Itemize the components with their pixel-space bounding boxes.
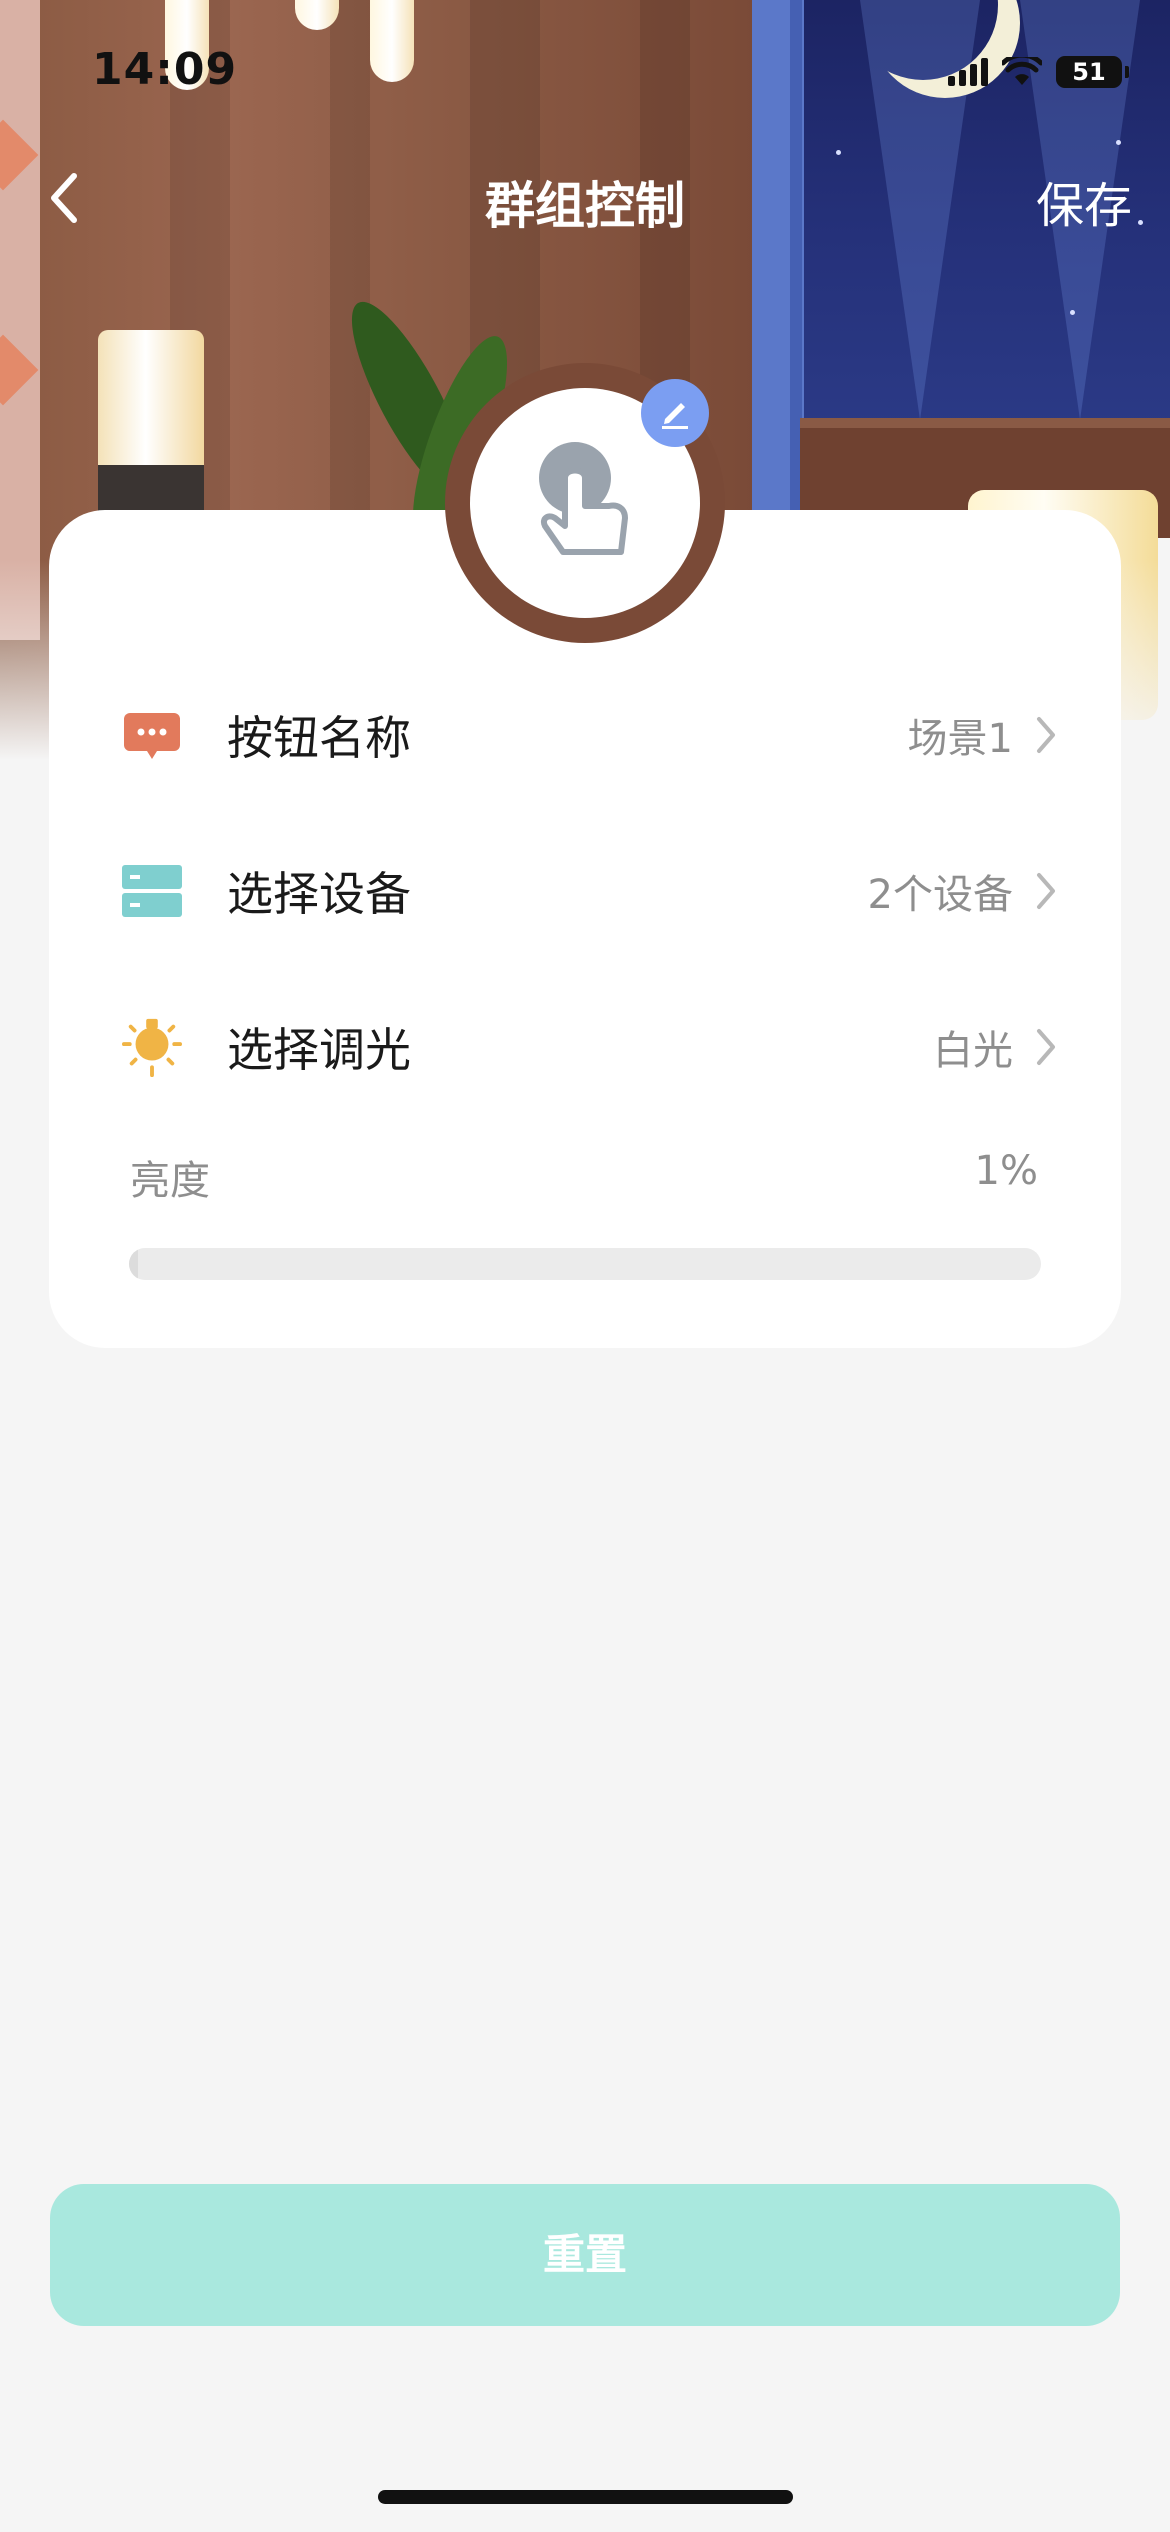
row-select-device[interactable]: 选择设备 2个设备 bbox=[49, 836, 1121, 946]
tap-hand-icon bbox=[539, 442, 628, 555]
chevron-right-icon bbox=[1037, 873, 1055, 909]
row-value: 场景1 bbox=[907, 716, 1013, 762]
page-title: 群组控制 bbox=[485, 177, 685, 235]
row-label: 按钮名称 bbox=[227, 711, 411, 765]
row-value: 白光 bbox=[933, 1028, 1013, 1074]
row-value: 2个设备 bbox=[867, 872, 1013, 918]
wifi-icon bbox=[1002, 57, 1042, 85]
battery-icon: 51 bbox=[1056, 56, 1129, 88]
reset-button[interactable]: 重置 bbox=[50, 2184, 1120, 2326]
row-label: 选择调光 bbox=[227, 1023, 411, 1077]
screen: 14:09 51 群组控制 保存 按钮名称 场景1 选择设备 2个设备 选择调光… bbox=[0, 0, 1170, 2532]
row-label: 选择设备 bbox=[227, 867, 411, 921]
brightness-value: 1% bbox=[974, 1148, 1038, 1194]
pencil-icon bbox=[662, 403, 688, 429]
bulb-icon bbox=[122, 1017, 182, 1077]
chat-bubble-icon bbox=[122, 705, 182, 765]
device-list-icon bbox=[122, 861, 182, 921]
row-select-dimming[interactable]: 选择调光 白光 bbox=[49, 992, 1121, 1102]
edit-icon-button[interactable] bbox=[641, 379, 709, 447]
status-icons: 51 bbox=[948, 56, 1129, 88]
cellular-signal-icon bbox=[948, 58, 988, 86]
chevron-right-icon bbox=[1037, 1029, 1055, 1065]
brightness-slider[interactable] bbox=[129, 1248, 1041, 1280]
status-time: 14:09 bbox=[92, 44, 238, 95]
brightness-label: 亮度 bbox=[130, 1158, 210, 1204]
home-indicator bbox=[378, 2490, 793, 2504]
chevron-right-icon bbox=[1037, 717, 1055, 753]
row-button-name[interactable]: 按钮名称 场景1 bbox=[49, 680, 1121, 790]
save-button[interactable]: 保存 bbox=[1036, 166, 1132, 236]
